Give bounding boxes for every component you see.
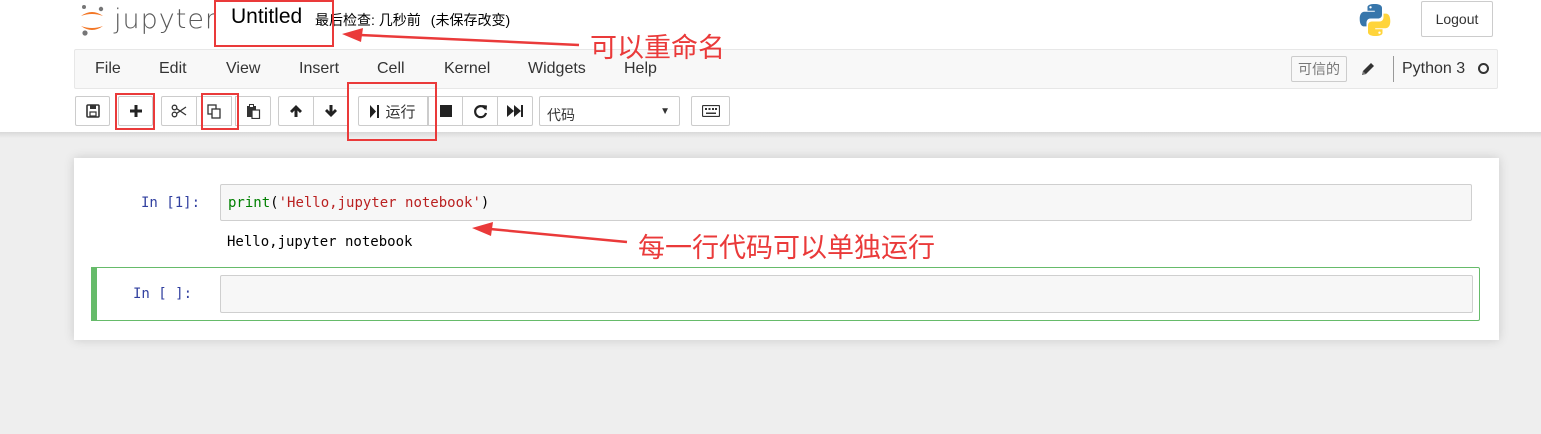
arrow-run-line <box>472 222 628 244</box>
annotation-run-line-text: 每一行代码可以单独运行 <box>638 233 935 264</box>
arrow-rename <box>342 28 580 47</box>
annotation-rename-text: 可以重命名 <box>590 33 725 64</box>
annotation-arrows <box>342 28 628 244</box>
